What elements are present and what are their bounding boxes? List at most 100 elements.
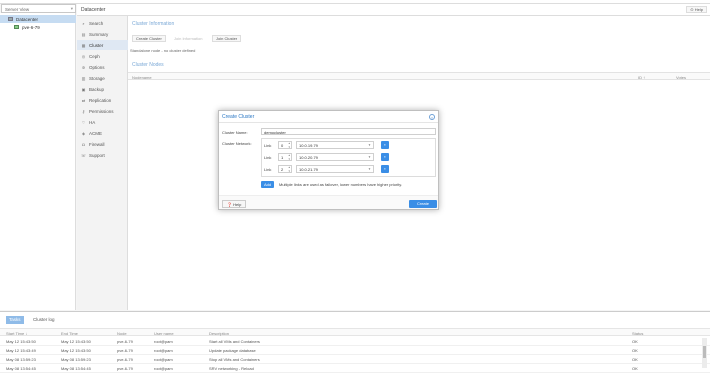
column-header-end-time[interactable]: End Time [61, 331, 78, 336]
link-address: 10.0.19.79 [299, 143, 318, 148]
tab-cluster-log[interactable]: Cluster log [30, 316, 58, 324]
nav-item-acme[interactable]: ◈ ACME [77, 128, 128, 138]
cell-start-time: May 08 13:59:23 [6, 357, 36, 362]
page-title: Datacenter [81, 7, 106, 13]
help-button[interactable]: ⊙ Help [686, 6, 707, 13]
nav-item-ceph[interactable]: ◎ Ceph [77, 51, 128, 61]
nav-label: Ceph [89, 53, 100, 59]
nav-label: Cluster [89, 42, 104, 48]
nav-item-backup[interactable]: ▣ Backup [77, 84, 128, 94]
spinner-arrows-icon[interactable]: ▴ ▾ [288, 165, 290, 173]
task-log-panel: Tasks Cluster log Start Time ↓ End Time … [0, 311, 710, 375]
nav-item-support[interactable]: ☏ Support [77, 150, 128, 160]
nav-item-ha[interactable]: ♡ HA [77, 117, 128, 127]
heart-icon: ♡ [81, 119, 86, 125]
nav-label: Firewall [89, 141, 105, 147]
cell-end-time: May 08 13:59:23 [61, 357, 91, 362]
link-address-select[interactable]: 10.0.21.79 ▼ [296, 165, 374, 173]
nav-item-permissions[interactable]: ⚷ Permissions [77, 106, 128, 116]
delete-link-button[interactable]: ▪ [381, 141, 389, 149]
summary-icon: ▤ [81, 31, 86, 37]
link-row: Link 2 ▴ ▾ 10.0.21.79 ▼ ▪ [264, 165, 394, 173]
cell-node: pve-6-79 [117, 339, 133, 344]
datacenter-nav: ⌕ Search ▤ Summary ▦ Cluster ◎ Ceph ✲ Options… [77, 16, 128, 310]
nav-label: Backup [89, 86, 105, 92]
join-cluster-button[interactable]: Join Cluster [212, 35, 242, 42]
create-cluster-dialog: Create Cluster × Cluster Name: democlust… [218, 110, 439, 210]
column-header-description[interactable]: Description [209, 331, 229, 336]
cell-user: root@pam [154, 357, 173, 362]
cluster-name-label: Cluster Name: [222, 130, 248, 135]
trash-icon: ▪ [384, 166, 386, 171]
link-address: 10.0.21.79 [299, 167, 318, 172]
join-information-button[interactable]: Join Information [170, 35, 206, 42]
backup-icon: ▣ [81, 86, 86, 92]
column-header-id[interactable]: ID ↑ [638, 75, 645, 80]
nav-item-search[interactable]: ⌕ Search [77, 18, 128, 28]
tab-tasks[interactable]: Tasks [6, 316, 24, 324]
resource-tree: Datacenter pve-6-79 [0, 13, 76, 310]
dialog-title: Create Cluster [222, 114, 255, 120]
spinner-arrows-icon[interactable]: ▴ ▾ [288, 153, 290, 161]
table-row[interactable]: May 12 15:43:50 May 12 15:43:50 pve-6-79… [0, 337, 710, 346]
column-header-votes[interactable]: Votes [676, 75, 686, 80]
table-row[interactable]: May 08 13:59:23 May 08 13:59:23 pve-6-79… [0, 355, 710, 364]
tree-item-label: Datacenter [16, 16, 39, 22]
column-header-nodename[interactable]: Nodename [132, 75, 152, 80]
scrollbar-thumb[interactable] [703, 346, 706, 358]
cell-start-time: May 12 15:43:49 [6, 348, 36, 353]
column-header-status[interactable]: Status [632, 331, 643, 336]
link-number-spinner[interactable]: 1 ▴ ▾ [278, 153, 292, 161]
delete-link-button[interactable]: ▪ [381, 153, 389, 161]
column-header-node[interactable]: Node [117, 331, 127, 336]
nav-item-options[interactable]: ✲ Options [77, 62, 128, 72]
create-button[interactable]: Create [409, 200, 437, 208]
spinner-arrows-icon[interactable]: ▴ ▾ [288, 141, 290, 149]
certificate-icon: ◈ [81, 130, 86, 136]
create-cluster-button[interactable]: Create Cluster [132, 35, 166, 42]
delete-link-button[interactable]: ▪ [381, 165, 389, 173]
column-header-start-time[interactable]: Start Time ↓ [6, 331, 27, 336]
nav-label: Summary [89, 31, 109, 37]
link-address-select[interactable]: 10.0.19.79 ▼ [296, 141, 374, 149]
link-label: Link [264, 143, 272, 148]
server-icon [14, 25, 19, 29]
dialog-help-button[interactable]: ❓ Help [222, 200, 247, 208]
nav-item-firewall[interactable]: ◘ Firewall [77, 139, 128, 149]
nav-item-cluster[interactable]: ▦ Cluster [77, 40, 128, 50]
cluster-name-input[interactable]: democluster [261, 128, 436, 135]
trash-icon: ▪ [384, 142, 386, 147]
link-address-select[interactable]: 10.0.20.79 ▼ [296, 153, 374, 161]
chevron-down-icon: ▾ [70, 6, 73, 11]
tree-item-node[interactable]: pve-6-79 [0, 23, 76, 31]
table-row[interactable]: May 12 15:43:49 May 12 15:43:50 pve-6-79… [0, 346, 710, 355]
nav-item-storage[interactable]: ▥ Storage [77, 73, 128, 83]
nav-label: ACME [89, 130, 103, 136]
dialog-header: Create Cluster × [219, 111, 438, 123]
log-scrollbar[interactable] [702, 338, 707, 368]
column-header-user-name[interactable]: User name [154, 331, 174, 336]
add-link-button[interactable]: Add [261, 181, 275, 188]
close-icon[interactable]: × [429, 114, 435, 120]
server-view-select[interactable]: Server View ▾ [1, 4, 76, 13]
link-number-spinner[interactable]: 0 ▴ ▾ [278, 141, 292, 149]
task-table-header: Start Time ↓ End Time Node User name Des… [0, 328, 710, 336]
cell-description: Stop all VMs and Containers [209, 357, 260, 362]
cluster-nodes-title: Cluster Nodes [132, 62, 164, 68]
nav-item-summary[interactable]: ▤ Summary [77, 29, 128, 39]
nav-label: Options [89, 64, 105, 70]
table-row[interactable]: May 08 13:54:45 May 08 13:54:45 pve-6-79… [0, 364, 710, 373]
link-row: Link 0 ▴ ▾ 10.0.19.79 ▼ ▪ [264, 141, 394, 149]
cell-status: OK [632, 348, 638, 353]
replication-icon: ⇄ [81, 97, 86, 103]
cell-node: pve-6-79 [117, 366, 133, 371]
gear-icon: ✲ [81, 64, 86, 70]
nav-item-replication[interactable]: ⇄ Replication [77, 95, 128, 105]
cell-status: OK [632, 357, 638, 362]
link-number-spinner[interactable]: 2 ▴ ▾ [278, 165, 292, 173]
cell-start-time: May 08 13:54:45 [6, 366, 36, 371]
tree-item-datacenter[interactable]: Datacenter [0, 15, 76, 23]
cell-end-time: May 12 15:43:50 [61, 348, 91, 353]
cluster-nodes-header: Nodename ID ↑ Votes [128, 72, 710, 80]
nav-label: Support [89, 152, 105, 158]
